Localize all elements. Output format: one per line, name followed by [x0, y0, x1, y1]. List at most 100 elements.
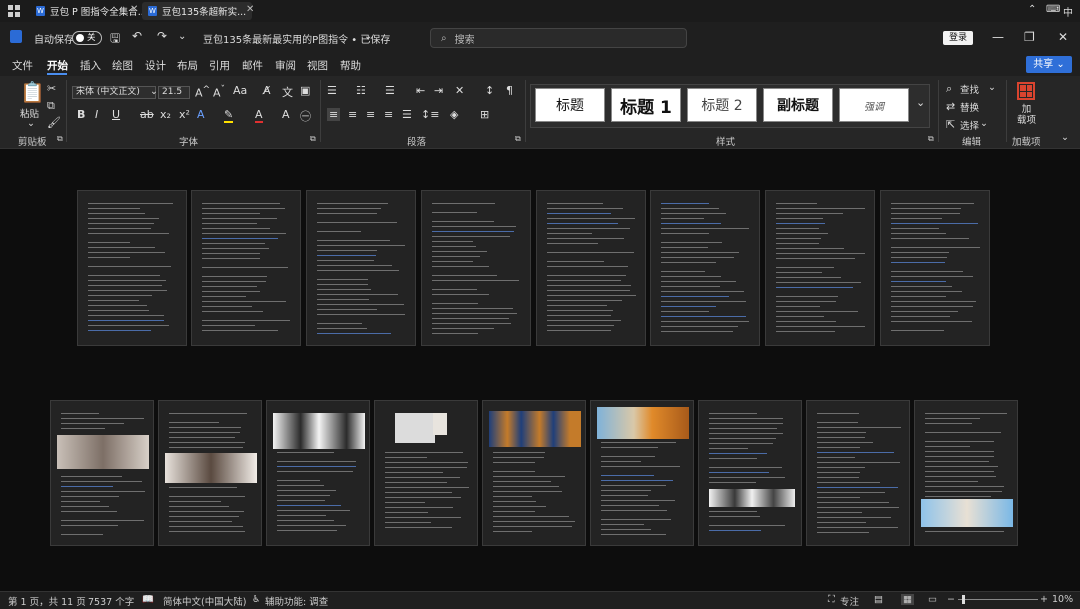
document-page[interactable] [482, 400, 586, 546]
focus-icon[interactable]: ⛶ [828, 594, 835, 605]
phonetic-guide-icon[interactable]: 文 [282, 84, 293, 100]
tab-home[interactable]: 开始 [47, 58, 68, 73]
increase-indent-icon[interactable]: ⇥ [434, 84, 443, 97]
format-painter-icon[interactable]: 🖌 [47, 116, 61, 129]
document-page[interactable] [266, 400, 370, 546]
distributed-icon[interactable]: ☰ [402, 108, 412, 121]
subscript-icon[interactable]: x₂ [160, 108, 171, 121]
align-right-icon[interactable]: ≡ [366, 108, 375, 121]
select-icon[interactable]: ⇱ [946, 118, 955, 131]
enclose-char-icon[interactable]: ㊀ [300, 108, 311, 124]
login-button[interactable]: 登录 [943, 31, 973, 45]
document-page[interactable] [698, 400, 802, 546]
title-chevron-down-icon[interactable]: ⌄ [364, 31, 372, 42]
document-page[interactable] [765, 190, 875, 346]
document-title[interactable]: 豆包135条最新最实用的P图指令 • 已保存 [203, 31, 390, 46]
accessibility-icon[interactable]: ♿ [252, 594, 261, 605]
document-page[interactable] [421, 190, 531, 346]
font-launcher-icon[interactable]: ⧉ [310, 134, 316, 144]
web-layout-icon[interactable]: ▭ [928, 594, 937, 605]
document-page[interactable] [806, 400, 910, 546]
tab-help[interactable]: 帮助 [340, 58, 361, 73]
multilevel-list-icon[interactable]: ☰ [385, 84, 395, 97]
tab-review[interactable]: 审阅 [275, 58, 296, 73]
document-page[interactable] [306, 190, 416, 346]
replace-label[interactable]: 替换 [960, 100, 979, 114]
show-marks-icon[interactable]: ¶ [506, 84, 513, 97]
restore-icon[interactable]: ❐ [1024, 30, 1035, 44]
zoom-out-icon[interactable]: − [947, 594, 955, 605]
focus-label[interactable]: 专注 [840, 594, 859, 608]
highlight-icon[interactable]: ✎ [224, 108, 234, 123]
print-layout-icon[interactable]: ▦ [901, 594, 914, 605]
text-effects-icon[interactable]: A [197, 108, 205, 121]
proofing-icon[interactable]: 📖 [142, 594, 154, 605]
quick-access-chevron-icon[interactable]: ⌄ [178, 31, 186, 42]
align-center-icon[interactable]: ≡ [348, 108, 357, 121]
paragraph-launcher-icon[interactable]: ⧉ [515, 134, 521, 144]
page-count[interactable]: 第 1 页，共 11 页 [8, 594, 86, 608]
document-page[interactable] [77, 190, 187, 346]
tab-draw[interactable]: 绘图 [112, 58, 133, 73]
redo-icon[interactable]: ↷ [157, 29, 167, 43]
strikethrough-icon[interactable]: ab [140, 108, 154, 121]
save-icon[interactable]: 🖫 [110, 29, 120, 50]
replace-icon[interactable]: ⇄ [946, 100, 955, 113]
windows-start-icon[interactable] [8, 5, 20, 17]
italic-icon[interactable]: I [95, 108, 98, 121]
select-chevron-icon[interactable]: ⌄ [980, 118, 988, 129]
find-icon[interactable]: ⌕ [946, 82, 952, 96]
styles-more-icon[interactable]: ⌄ [916, 96, 925, 109]
tab-file[interactable]: 文件 [12, 58, 33, 73]
chevron-up-icon[interactable]: ⌃ [1028, 4, 1036, 15]
taskbar-tab-2[interactable]: W 豆包135条超新实... [142, 2, 253, 20]
zoom-slider-handle[interactable] [962, 595, 965, 604]
superscript-icon[interactable]: x² [179, 108, 190, 121]
addins-icon[interactable] [1017, 82, 1035, 100]
language-status[interactable]: 简体中文(中国大陆) [163, 594, 246, 608]
document-page[interactable] [880, 190, 990, 346]
shrink-font-icon[interactable]: Aˇ [213, 84, 225, 100]
font-name-chevron-icon[interactable]: ⌄ [150, 86, 158, 97]
clear-formatting-icon[interactable]: A̸ [263, 84, 271, 97]
grow-font-icon[interactable]: A^ [195, 84, 210, 100]
underline-icon[interactable]: U [112, 108, 120, 121]
document-page[interactable] [50, 400, 154, 546]
document-page[interactable] [158, 400, 262, 546]
read-mode-icon[interactable]: ▤ [874, 594, 883, 605]
style-title[interactable]: 标题 [535, 88, 605, 122]
shading-icon[interactable]: ◈ [450, 108, 458, 121]
close-tab-2-icon[interactable]: ✕ [246, 4, 254, 15]
style-heading-2[interactable]: 标题 2 [687, 88, 757, 122]
zoom-level[interactable]: 10% [1052, 594, 1073, 605]
document-page[interactable] [590, 400, 694, 546]
sort-icon[interactable]: ↕ [485, 84, 494, 97]
style-heading-1[interactable]: 标题 1 [611, 88, 681, 122]
document-page[interactable] [191, 190, 301, 346]
close-icon[interactable]: ✕ [1058, 30, 1068, 44]
zoom-slider[interactable] [958, 595, 1038, 604]
clipboard-launcher-icon[interactable]: ⧉ [57, 134, 63, 144]
close-tab-1-icon[interactable]: ✕ [130, 4, 138, 15]
justify-icon[interactable]: ≡ [384, 108, 393, 121]
tab-mailings[interactable]: 邮件 [242, 58, 263, 73]
style-emphasis[interactable]: 强调 [839, 88, 909, 122]
styles-launcher-icon[interactable]: ⧉ [928, 134, 934, 144]
document-page[interactable] [650, 190, 760, 346]
zoom-in-icon[interactable]: + [1040, 594, 1048, 605]
paste-icon[interactable]: 📋 [20, 80, 45, 104]
font-color-icon[interactable]: A [255, 108, 263, 123]
share-button[interactable]: 共享 ⌄ [1026, 56, 1072, 73]
ribbon-collapse-icon[interactable]: ⌄ [1061, 132, 1069, 143]
autosave-toggle[interactable]: 关 [72, 31, 102, 45]
paste-chevron-icon[interactable]: ⌄ [27, 118, 35, 129]
align-left-icon[interactable]: ≡ [327, 108, 341, 121]
style-subtitle[interactable]: 副标题 [763, 88, 833, 122]
tab-layout[interactable]: 布局 [177, 58, 198, 73]
find-label[interactable]: 查找 [960, 82, 979, 96]
font-size-select[interactable]: 21.5 [158, 86, 190, 99]
borders-icon[interactable]: ⊞ [480, 108, 489, 121]
tab-view[interactable]: 视图 [307, 58, 328, 73]
numbering-icon[interactable]: ☷ [356, 84, 366, 97]
document-page[interactable] [374, 400, 478, 546]
